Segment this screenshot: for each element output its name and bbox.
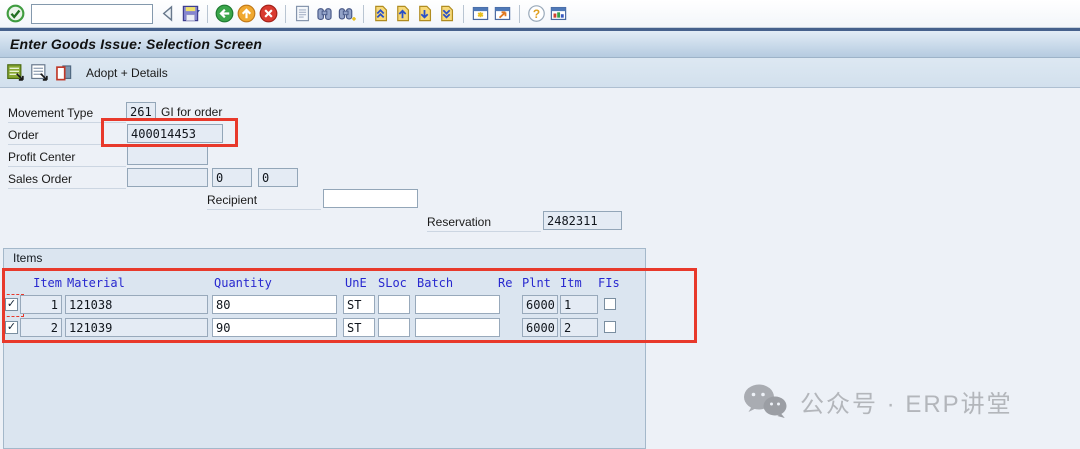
column-header-itm: Itm — [560, 276, 582, 290]
exit-icon[interactable] — [237, 4, 256, 23]
sales-order-field[interactable] — [127, 168, 208, 187]
find-next-icon[interactable] — [337, 4, 356, 23]
column-header-material: Material — [67, 276, 125, 290]
itm-cell[interactable]: 2 — [560, 318, 598, 337]
back-icon[interactable] — [215, 4, 234, 23]
column-header-une: UnE — [345, 276, 367, 290]
details-icon[interactable] — [30, 63, 49, 82]
items-group-label: Items — [13, 251, 42, 265]
collapse-command-icon[interactable] — [159, 4, 178, 23]
toolbar-separator — [285, 5, 286, 23]
print-icon[interactable] — [293, 4, 312, 23]
shortcut-icon[interactable] — [493, 4, 512, 23]
item-cell[interactable]: 2 — [20, 318, 62, 337]
column-header-fis: FIs — [598, 276, 620, 290]
material-cell[interactable]: 121038 — [65, 295, 208, 314]
row-select-checkbox[interactable]: ✓ — [5, 321, 18, 334]
application-toolbar: Adopt + Details — [0, 58, 1080, 88]
movement-type-label: Movement Type — [8, 104, 126, 123]
sloc-cell[interactable] — [378, 295, 410, 314]
column-header-plnt: Plnt — [522, 276, 551, 290]
quantity-cell[interactable]: 90 — [212, 318, 337, 337]
material-cell[interactable]: 121039 — [65, 318, 208, 337]
sales-order-schedule-field[interactable]: 0 — [258, 168, 298, 187]
adopt-details-button[interactable]: Adopt + Details — [86, 66, 168, 80]
sloc-cell[interactable] — [378, 318, 410, 337]
batch-cell[interactable] — [415, 295, 500, 314]
itm-cell[interactable]: 1 — [560, 295, 598, 314]
order-field[interactable]: 400014453 — [127, 124, 223, 143]
batch-cell[interactable] — [415, 318, 500, 337]
column-header-re: Re — [498, 276, 512, 290]
column-header-batch: Batch — [417, 276, 453, 290]
wechat-icon — [742, 383, 788, 419]
previous-page-icon[interactable] — [393, 4, 412, 23]
customize-layout-icon[interactable] — [549, 4, 568, 23]
toolbar-separator — [363, 5, 364, 23]
column-header-quantity: Quantity — [214, 276, 272, 290]
svg-text:?: ? — [533, 7, 540, 21]
recipient-field[interactable] — [323, 189, 418, 208]
recipient-label: Recipient — [207, 191, 321, 210]
find-icon[interactable] — [315, 4, 334, 23]
reservation-field[interactable]: 2482311 — [543, 211, 622, 230]
command-field[interactable] — [31, 4, 153, 24]
movement-type-field[interactable]: 261 — [126, 102, 156, 121]
movement-type-description: GI for order — [161, 103, 222, 121]
cancel-icon[interactable] — [259, 4, 278, 23]
last-page-icon[interactable] — [437, 4, 456, 23]
toolbar-separator — [207, 5, 208, 23]
enter-icon[interactable] — [6, 4, 25, 23]
sap-goods-issue-screen: ? Enter Goods Issue: Selection Screen — [0, 0, 1080, 449]
watermark-text: 公众号 · ERP讲堂 — [800, 384, 1013, 419]
sales-order-item-field[interactable]: 0 — [212, 168, 252, 187]
toolbar-separator — [519, 5, 520, 23]
order-label: Order — [8, 126, 126, 145]
fis-checkbox[interactable] — [604, 298, 616, 310]
fis-checkbox[interactable] — [604, 321, 616, 333]
column-header-item: Item — [20, 276, 62, 290]
new-session-icon[interactable] — [471, 4, 490, 23]
quantity-cell[interactable]: 80 — [212, 295, 337, 314]
profit-center-label: Profit Center — [8, 148, 126, 167]
watermark: 公众号 · ERP讲堂 — [742, 383, 1013, 419]
toolbar-separator — [463, 5, 464, 23]
une-cell[interactable]: ST — [343, 318, 375, 337]
adopt-icon[interactable] — [54, 63, 73, 82]
help-icon[interactable]: ? — [527, 4, 546, 23]
all-details-icon[interactable] — [6, 63, 25, 82]
title-bar: Enter Goods Issue: Selection Screen — [0, 31, 1080, 58]
item-cell[interactable]: 1 — [20, 295, 62, 314]
une-cell[interactable]: ST — [343, 295, 375, 314]
system-toolbar: ? — [0, 0, 1080, 28]
sales-order-label: Sales Order — [8, 170, 126, 189]
row-select-checkbox[interactable]: ✓ — [5, 298, 18, 311]
page-title: Enter Goods Issue: Selection Screen — [10, 36, 262, 52]
save-icon[interactable] — [181, 4, 200, 23]
first-page-icon[interactable] — [371, 4, 390, 23]
profit-center-field[interactable] — [127, 146, 208, 165]
plant-cell[interactable]: 6000 — [522, 295, 558, 314]
plant-cell[interactable]: 6000 — [522, 318, 558, 337]
reservation-label: Reservation — [427, 213, 541, 232]
column-header-sloc: SLoc — [378, 276, 407, 290]
next-page-icon[interactable] — [415, 4, 434, 23]
